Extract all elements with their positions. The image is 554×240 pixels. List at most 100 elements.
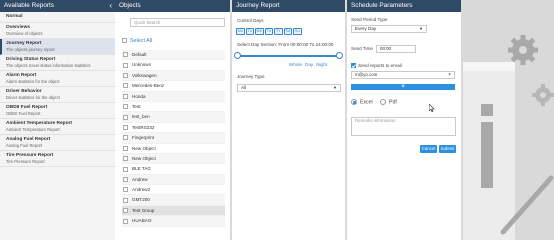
- slider-start-handle[interactable]: [234, 52, 241, 59]
- object-row[interactable]: Test Group: [122, 205, 225, 217]
- send-time-input[interactable]: 00:00: [376, 45, 416, 53]
- object-checkbox[interactable]: [123, 114, 128, 120]
- object-checkbox[interactable]: [123, 187, 128, 193]
- select-all-checkbox[interactable]: Select All: [122, 37, 152, 45]
- object-checkbox[interactable]: [123, 73, 128, 79]
- submit-button[interactable]: Submit: [439, 145, 456, 153]
- day-toggle-tu[interactable]: Tu: [245, 28, 254, 35]
- report-item-journey[interactable]: Journey Report The objects journey repor…: [0, 39, 115, 55]
- object-row[interactable]: test_ben: [122, 112, 225, 123]
- object-checkbox[interactable]: [123, 62, 128, 68]
- report-section-normal: Normal: [0, 12, 115, 23]
- object-label: TestRS232: [132, 124, 155, 130]
- object-checkbox[interactable]: [123, 218, 128, 224]
- format-excel-radio[interactable]: Excel: [351, 99, 373, 105]
- preset-night-link[interactable]: Night: [316, 62, 327, 67]
- format-pdf-label: Pdf: [389, 99, 397, 106]
- radio-selected-icon: [351, 99, 357, 105]
- preset-whole-link[interactable]: Whole: [289, 62, 302, 67]
- format-excel-label: Excel: [360, 99, 373, 106]
- object-label: HUABAO: [132, 218, 152, 224]
- object-row[interactable]: New Object: [122, 144, 225, 154]
- object-row[interactable]: Fingerprint: [122, 133, 225, 144]
- object-row[interactable]: GMT200: [122, 195, 225, 206]
- radio-unselected-icon: [380, 99, 386, 105]
- email-input[interactable]: m@yo.com ×: [351, 71, 455, 79]
- report-item-obdii-fuel[interactable]: OBDII Fuel Report OBDII Fuel Report: [0, 103, 115, 119]
- send-email-checkbox[interactable]: Send reports to email: [351, 63, 402, 69]
- report-item-driving-status[interactable]: Driving Status Report The objects travel…: [0, 55, 115, 71]
- object-label: Volkswagen: [132, 72, 157, 78]
- day-section-label: Select Day Section: From 00:00:00 To 24:…: [237, 42, 334, 47]
- report-item-ambient-temperature[interactable]: Ambient Temperature Report Ambient Tempe…: [0, 119, 115, 135]
- object-row[interactable]: Andrew: [122, 174, 225, 186]
- report-item-driver-behavior[interactable]: Driver Behavior Driver statistics for th…: [0, 87, 115, 103]
- send-period-select[interactable]: Every Day ▼: [351, 25, 427, 33]
- object-checkbox[interactable]: [123, 197, 128, 203]
- objects-header: Objects: [115, 0, 230, 12]
- object-checkbox[interactable]: [123, 208, 128, 214]
- objects-title: Objects: [119, 2, 141, 9]
- object-row[interactable]: Honda: [122, 91, 225, 102]
- object-row[interactable]: Volkswagen: [122, 70, 225, 82]
- cancel-button[interactable]: Cancel: [420, 145, 437, 153]
- object-checkbox[interactable]: [123, 166, 128, 172]
- object-label: Andrew: [132, 176, 148, 182]
- day-toggle-su[interactable]: Su: [293, 28, 302, 35]
- object-label: New Object: [132, 145, 156, 151]
- journey-type-select[interactable]: All ▼: [237, 84, 341, 92]
- send-time-value: 00:00: [380, 46, 391, 51]
- object-checkbox[interactable]: [123, 104, 128, 110]
- day-toggle-we[interactable]: We: [255, 28, 264, 35]
- report-item-overviews[interactable]: Overviews Overview of objects: [0, 23, 115, 39]
- preset-day-link[interactable]: Day: [305, 62, 313, 67]
- day-toggle-th[interactable]: Th: [264, 28, 273, 35]
- select-all-label: Select All: [130, 38, 153, 44]
- object-row[interactable]: Test: [122, 102, 225, 113]
- report-item-analog-fuel[interactable]: Analog Fuel Report Analog Fuel Report: [0, 135, 115, 151]
- object-checkbox[interactable]: [123, 52, 128, 58]
- remarks-textarea[interactable]: Remarks information: [351, 117, 456, 136]
- object-checkbox[interactable]: [123, 125, 128, 131]
- objects-panel: Objects Quick Search Select All Default …: [115, 0, 230, 240]
- object-label: Fingerprint: [132, 135, 154, 141]
- object-row[interactable]: Default: [122, 50, 225, 61]
- document-icon: [463, 62, 515, 240]
- object-row[interactable]: New Object: [122, 153, 225, 165]
- schedule-parameters-panel: Schedule Parameters Send Period Type Eve…: [347, 0, 461, 240]
- email-value: m@yo.com: [355, 72, 378, 77]
- object-checkbox[interactable]: [123, 145, 128, 151]
- object-label: New Object: [132, 155, 156, 161]
- day-section-slider[interactable]: [237, 55, 341, 57]
- object-row[interactable]: Mercedes-Benz: [122, 81, 225, 92]
- object-row[interactable]: Andrew2: [122, 185, 225, 196]
- day-toggle-sa[interactable]: Sa: [283, 28, 292, 35]
- object-label: GMT200: [132, 197, 150, 203]
- object-checkbox[interactable]: [123, 156, 128, 162]
- report-item-tire-pressure[interactable]: Tire Pressure Report Tire Pressure Repor…: [0, 151, 115, 167]
- available-reports-title: Available Reports: [4, 2, 54, 9]
- add-email-button[interactable]: +: [351, 84, 455, 90]
- object-checkbox[interactable]: [123, 135, 128, 141]
- day-toggle-mo[interactable]: Mo: [236, 28, 245, 35]
- object-row[interactable]: HUABAO: [122, 216, 225, 227]
- object-checkbox[interactable]: [123, 83, 128, 89]
- object-checkbox[interactable]: [123, 93, 128, 99]
- collapse-chevron-icon[interactable]: ‹: [109, 0, 112, 12]
- send-email-label: Send reports to email: [358, 63, 402, 68]
- slider-end-handle[interactable]: [336, 52, 343, 59]
- object-label: Andrew2: [132, 187, 151, 193]
- journey-type-value: All: [241, 85, 247, 90]
- quick-search-input[interactable]: Quick Search: [130, 18, 225, 27]
- format-pdf-radio[interactable]: Pdf: [380, 99, 397, 105]
- send-period-label: Send Period Type: [351, 17, 388, 22]
- clear-icon[interactable]: ×: [448, 72, 451, 78]
- checkbox-checked-icon: [351, 63, 356, 69]
- report-item-alarm[interactable]: Alarm Report Alarm statistics for the ob…: [0, 71, 115, 87]
- gear-icon: [508, 35, 538, 65]
- object-row[interactable]: TestRS232: [122, 123, 225, 134]
- day-toggle-fr[interactable]: Fr: [274, 28, 283, 35]
- object-row[interactable]: BLE TAG: [122, 164, 225, 175]
- object-row[interactable]: Unknown: [122, 60, 225, 71]
- object-checkbox[interactable]: [123, 176, 128, 182]
